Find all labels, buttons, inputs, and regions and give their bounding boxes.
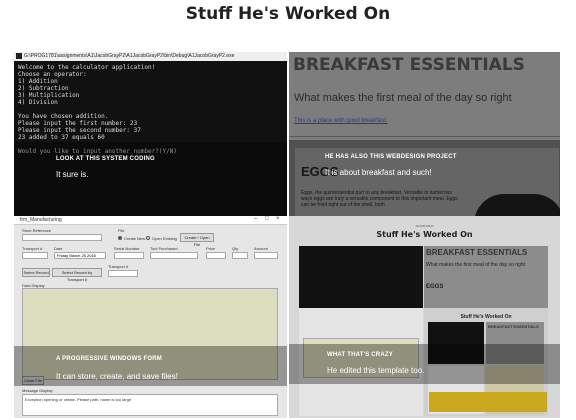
caption-label: LOOK AT THIS SYSTEM CODING [56,156,155,162]
nested-nested-title: Stuff He's Worked On [460,314,512,320]
caption-text: He edited this template too. [327,366,425,375]
project-tile-console[interactable]: G:\PROG1781\assignments\A1\JacobGrayP2\A… [14,52,287,216]
label-serial-number: Serial Number [114,246,140,251]
nested-website-thumbnail: BREAKFAST ESSENTIALS What makes the firs… [424,246,548,308]
page-title: Stuff He's Worked On [185,4,391,24]
nested-site-subtitle: What makes the first meal of the day so … [426,262,525,268]
site-title: BREAKFAST ESSENTIALS [293,55,525,75]
transport-search-input[interactable] [108,270,138,277]
caption-text: It sure is. [56,170,89,179]
caption-text: It can store, create, and save files! [56,372,178,381]
create-new-radio[interactable] [118,236,122,240]
label-store-reference: Store Reference [22,228,52,233]
label-message-display: Message Display [22,388,53,393]
nested-page-title: Stuff He's Worked On [376,230,473,239]
nested-site-title: BREAKFAST ESSENTIALS [426,248,528,257]
site-link[interactable]: This is a place with good breakfast. [294,118,388,124]
nested-nested-site-title: BREAKFAST ESSENTIALS [488,324,539,329]
label-date: Date [54,246,63,251]
caption-label: A PROGRESSIVE WINDOWS FORM [56,356,162,362]
store-reference-input[interactable] [22,234,102,241]
minimize-icon[interactable]: – [254,216,257,222]
form-window-title: frm_Manufacturing [20,217,62,223]
maximize-icon[interactable]: □ [265,216,269,222]
select-record-transport-button[interactable]: Select Record by Transport # [52,268,102,282]
form-titlebar: frm_Manufacturing – □ × [14,216,287,225]
create-open-file-button[interactable]: Create / Open File [180,233,214,247]
divider [289,136,560,137]
nested-yellow-block [429,392,547,412]
caption-overlay [289,344,560,384]
label-create-new: Create New [124,236,146,241]
project-tile-website[interactable]: BREAKFAST ESSENTIALS What makes the firs… [289,52,560,216]
caption-label: WHAT THAT'S CRAZY [327,352,393,358]
select-record-button[interactable]: Select Record [22,268,50,277]
label-qty: Qty [232,246,239,251]
transport-input[interactable] [22,252,48,259]
serial-number-input[interactable] [114,252,144,259]
label-transport-2: Transport # [108,264,129,269]
message-text: Exception opening or create. Please path… [25,397,132,402]
label-amount: Amount [254,246,268,251]
qty-input[interactable] [232,252,248,259]
site-subtitle: What makes the first meal of the day so … [294,92,512,104]
console-app-icon [16,53,22,59]
project-tile-template[interactable]: JACOB GRAY Stuff He's Worked On BREAKFAS… [289,216,560,418]
open-existing-radio[interactable] [146,236,150,240]
label-open-existing: Open Existing [152,236,177,241]
label-transport: Transport # [22,246,43,251]
console-window-titlebar: G:\PROG1781\assignments\A1\JacobGrayP2\A… [14,52,287,61]
message-display: Exception opening or create. Please path… [22,394,278,416]
date-picker[interactable]: Friday March 25 2016 [54,252,106,259]
amount-input[interactable] [254,252,278,259]
label-price: Price [206,246,216,251]
nested-console-thumbnail [299,246,423,308]
caption-text: It is about breakfast and such! [325,168,432,177]
label-file: File [118,228,125,233]
tool-purchased-input[interactable] [150,252,198,259]
caption-overlay [14,142,287,216]
nested-small-header: JACOB GRAY [414,224,435,228]
nested-card-heading: EGGS [426,284,444,290]
caption-label: HE HAS ALSO THIS WEBDESIGN PROJECT [325,154,457,160]
close-icon[interactable]: × [276,216,280,222]
console-window-title: G:\PROG1781\assignments\A1\JacobGrayP2\A… [24,53,235,59]
label-tool-purchased: Tool Purchased [150,246,178,251]
price-input[interactable] [206,252,226,259]
project-tile-windows-form[interactable]: frm_Manufacturing – □ × Store Reference … [14,216,287,418]
caption-overlay [289,140,560,216]
